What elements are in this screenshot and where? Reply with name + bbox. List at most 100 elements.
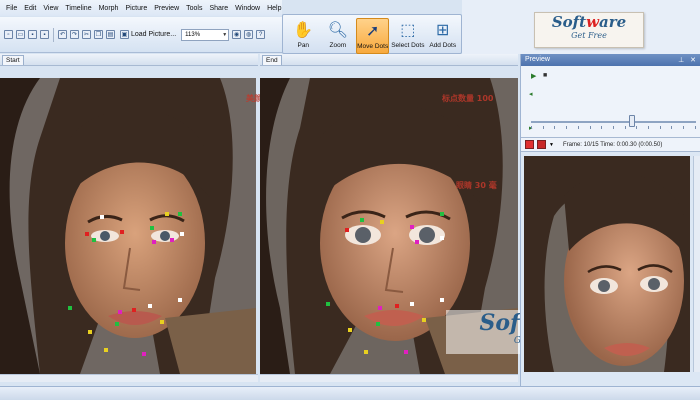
- morph-dot[interactable]: [376, 322, 380, 326]
- morph-dot[interactable]: [85, 232, 89, 236]
- morph-dot[interactable]: [100, 215, 104, 219]
- menu-timeline[interactable]: Timeline: [65, 5, 91, 12]
- open-folder-icon[interactable]: ▭: [16, 30, 25, 39]
- select-dots-tool-button[interactable]: ⬚ Select Dots: [391, 18, 424, 54]
- paste-icon[interactable]: ▤: [106, 30, 115, 39]
- morph-dot[interactable]: [118, 310, 122, 314]
- morph-dot[interactable]: [345, 228, 349, 232]
- morph-dot[interactable]: [152, 240, 156, 244]
- stop-icon[interactable]: ■: [543, 72, 547, 79]
- globe-icon[interactable]: ◉: [232, 30, 242, 39]
- timeline-slider-track[interactable]: [531, 121, 696, 123]
- slider-ticks: [531, 126, 696, 130]
- help-icon[interactable]: ?: [256, 30, 266, 39]
- close-icon[interactable]: ✕: [690, 57, 696, 64]
- pan-tool-button[interactable]: ✋ Pan: [287, 18, 320, 54]
- tab-end[interactable]: End: [262, 55, 282, 65]
- menu-edit[interactable]: Edit: [24, 5, 36, 12]
- morph-dot[interactable]: [132, 308, 136, 312]
- cut-icon[interactable]: ✂: [82, 30, 91, 39]
- save-icon[interactable]: ▪: [28, 30, 37, 39]
- menu-file[interactable]: File: [6, 5, 17, 12]
- preview-title: Preview: [525, 56, 550, 63]
- morph-dot[interactable]: [440, 212, 444, 216]
- morph-dot[interactable]: [160, 320, 164, 324]
- menu-share[interactable]: Share: [209, 5, 228, 12]
- morph-dot[interactable]: [378, 306, 382, 310]
- morph-dot[interactable]: [410, 225, 414, 229]
- add-dots-tool-button[interactable]: ⊞ Add Dots: [426, 18, 459, 54]
- menu-tools[interactable]: Tools: [186, 5, 202, 12]
- pan-label: Pan: [297, 42, 310, 49]
- morph-dot[interactable]: [180, 232, 184, 236]
- morph-dot[interactable]: [410, 302, 414, 306]
- morph-dot[interactable]: [415, 240, 419, 244]
- copy-icon[interactable]: ❐: [94, 30, 103, 39]
- frame-info: Frame: 10/15 Time: 0:00.30 (0:00.50): [562, 141, 663, 148]
- save-as-icon[interactable]: ▪: [40, 30, 49, 39]
- chevron-down-icon: ▼: [222, 31, 228, 38]
- morph-dot[interactable]: [120, 230, 124, 234]
- morph-dot[interactable]: [178, 298, 182, 302]
- color-swatch-2[interactable]: [537, 140, 546, 149]
- start-scrollbar[interactable]: [0, 374, 258, 382]
- morph-dot[interactable]: [348, 328, 352, 332]
- add-dots-label: Add Dots: [429, 42, 457, 49]
- morph-dot[interactable]: [440, 298, 444, 302]
- morph-dot[interactable]: [404, 350, 408, 354]
- zoom-label: Zoom: [329, 42, 347, 49]
- morph-dot[interactable]: [104, 348, 108, 352]
- morph-dot[interactable]: [115, 322, 119, 326]
- new-icon[interactable]: ▫: [4, 30, 13, 39]
- move-dots-tool-button[interactable]: ➚ Move Dots: [356, 18, 390, 54]
- morph-dot[interactable]: [88, 330, 92, 334]
- morph-dot[interactable]: [395, 304, 399, 308]
- swatch-dropdown-icon[interactable]: ▼: [549, 142, 554, 148]
- morph-dot[interactable]: [440, 236, 444, 240]
- morph-dot[interactable]: [170, 238, 174, 242]
- morph-dot[interactable]: [68, 306, 72, 310]
- menu-preview[interactable]: Preview: [154, 5, 179, 12]
- preview-window-controls: ⊥ ✕: [678, 56, 696, 64]
- redo-icon[interactable]: ↷: [70, 30, 79, 39]
- morph-dot[interactable]: [422, 318, 426, 322]
- play-icon[interactable]: ▶: [531, 72, 536, 80]
- morph-dot[interactable]: [165, 212, 169, 216]
- menu-morph[interactable]: Morph: [99, 5, 119, 12]
- morph-dot[interactable]: [360, 218, 364, 222]
- tab-start[interactable]: Start: [2, 55, 24, 65]
- picture-icon: ▣: [120, 30, 129, 39]
- morph-dot[interactable]: [150, 226, 154, 230]
- menu-picture[interactable]: Picture: [125, 5, 147, 12]
- add-dots-icon: ⊞: [436, 22, 450, 39]
- web-icon[interactable]: ◍: [244, 30, 254, 39]
- zoom-tool-button[interactable]: 🔍︎ Zoom: [322, 18, 355, 54]
- morph-dot[interactable]: [178, 212, 182, 216]
- undo-icon[interactable]: ↶: [58, 30, 67, 39]
- volume-icon[interactable]: ◂: [529, 90, 533, 98]
- menu-help[interactable]: Help: [267, 5, 281, 12]
- move-dots-label: Move Dots: [357, 43, 389, 50]
- morph-dot[interactable]: [380, 220, 384, 224]
- software-logo: Software Get Free: [534, 12, 644, 48]
- start-panel-header: [0, 54, 258, 66]
- end-panel-header: [260, 54, 518, 66]
- zoom-select[interactable]: 113% ▼: [181, 28, 230, 41]
- morph-dot[interactable]: [142, 352, 146, 356]
- pin-icon[interactable]: ⊥: [678, 57, 684, 64]
- hand-icon: ✋: [293, 22, 314, 39]
- magnifier-icon: 🔍︎: [327, 22, 348, 39]
- morph-dot[interactable]: [364, 350, 368, 354]
- preview-scrollbar[interactable]: [693, 156, 700, 372]
- load-picture-button[interactable]: ▣ Load Picture...: [118, 29, 178, 40]
- color-swatch-1[interactable]: [525, 140, 534, 149]
- menu-window[interactable]: Window: [235, 5, 260, 12]
- preview-panel: Preview ⊥ ✕ ▶ ■ ◂ ▸ ▼ Frame: 10/15 Time:…: [520, 54, 700, 400]
- morph-dot[interactable]: [92, 238, 96, 242]
- morph-dot[interactable]: [326, 302, 330, 306]
- menu-view[interactable]: View: [43, 5, 58, 12]
- cursor-dots-icon: ➚: [365, 23, 380, 40]
- morph-dot[interactable]: [148, 304, 152, 308]
- end-scrollbar[interactable]: [260, 374, 518, 382]
- start-image[interactable]: [0, 78, 256, 374]
